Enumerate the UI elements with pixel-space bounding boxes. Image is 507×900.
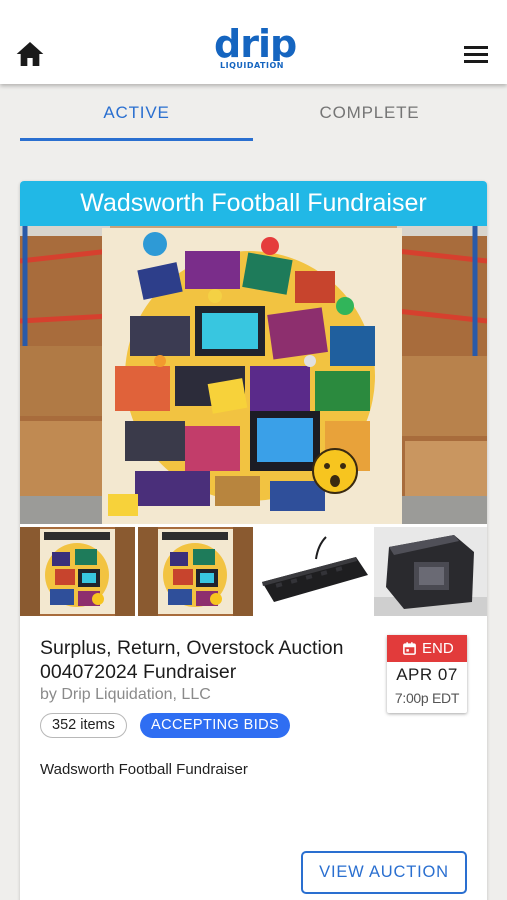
active-tab-indicator <box>20 138 253 141</box>
status-badge: ACCEPTING BIDS <box>140 713 291 738</box>
end-month: APR <box>396 665 433 684</box>
end-day: 07 <box>437 665 458 684</box>
thumbnail-2[interactable] <box>138 527 253 616</box>
thumbnail-4[interactable] <box>374 527 487 616</box>
auction-description: Wadsworth Football Fundraiser <box>40 761 248 778</box>
auction-tabs: ACTIVE COMPLETE <box>20 90 487 144</box>
top-app-bar: drip LIQUIDATION <box>0 0 507 84</box>
thumbnail-1[interactable] <box>20 527 135 616</box>
item-count-badge: 352 items <box>40 713 127 738</box>
end-label: END <box>422 640 454 657</box>
menu-button[interactable] <box>459 38 493 70</box>
tab-active[interactable]: ACTIVE <box>20 90 253 140</box>
auction-main-image[interactable] <box>20 226 487 524</box>
auction-seller: by Drip Liquidation, LLC <box>40 686 211 703</box>
home-button[interactable] <box>14 38 46 70</box>
calendar-icon <box>403 642 416 655</box>
home-icon <box>16 42 44 66</box>
tab-complete[interactable]: COMPLETE <box>253 90 486 140</box>
auction-card: Wadsworth Football Fundraiser Surplus, R… <box>20 181 487 900</box>
auction-title[interactable]: Surplus, Return, Overstock Auction 00407… <box>40 636 380 684</box>
thumbnail-3[interactable] <box>256 527 371 616</box>
card-header-title: Wadsworth Football Fundraiser <box>20 181 487 226</box>
end-time: 7:00p EDT <box>394 690 460 706</box>
hamburger-menu-icon <box>464 46 488 63</box>
drip-liquidation-logo[interactable]: drip LIQUIDATION <box>214 22 297 74</box>
logo-wordmark: drip <box>214 22 297 66</box>
end-label-bar: END <box>387 635 467 662</box>
view-auction-button[interactable]: VIEW AUCTION <box>301 851 467 894</box>
end-date-box: END APR 07 7:00p EDT <box>387 635 467 713</box>
logo-subtext: LIQUIDATION <box>218 61 286 70</box>
end-date: APR 07 <box>387 665 467 685</box>
thumbnail-strip <box>20 527 487 617</box>
